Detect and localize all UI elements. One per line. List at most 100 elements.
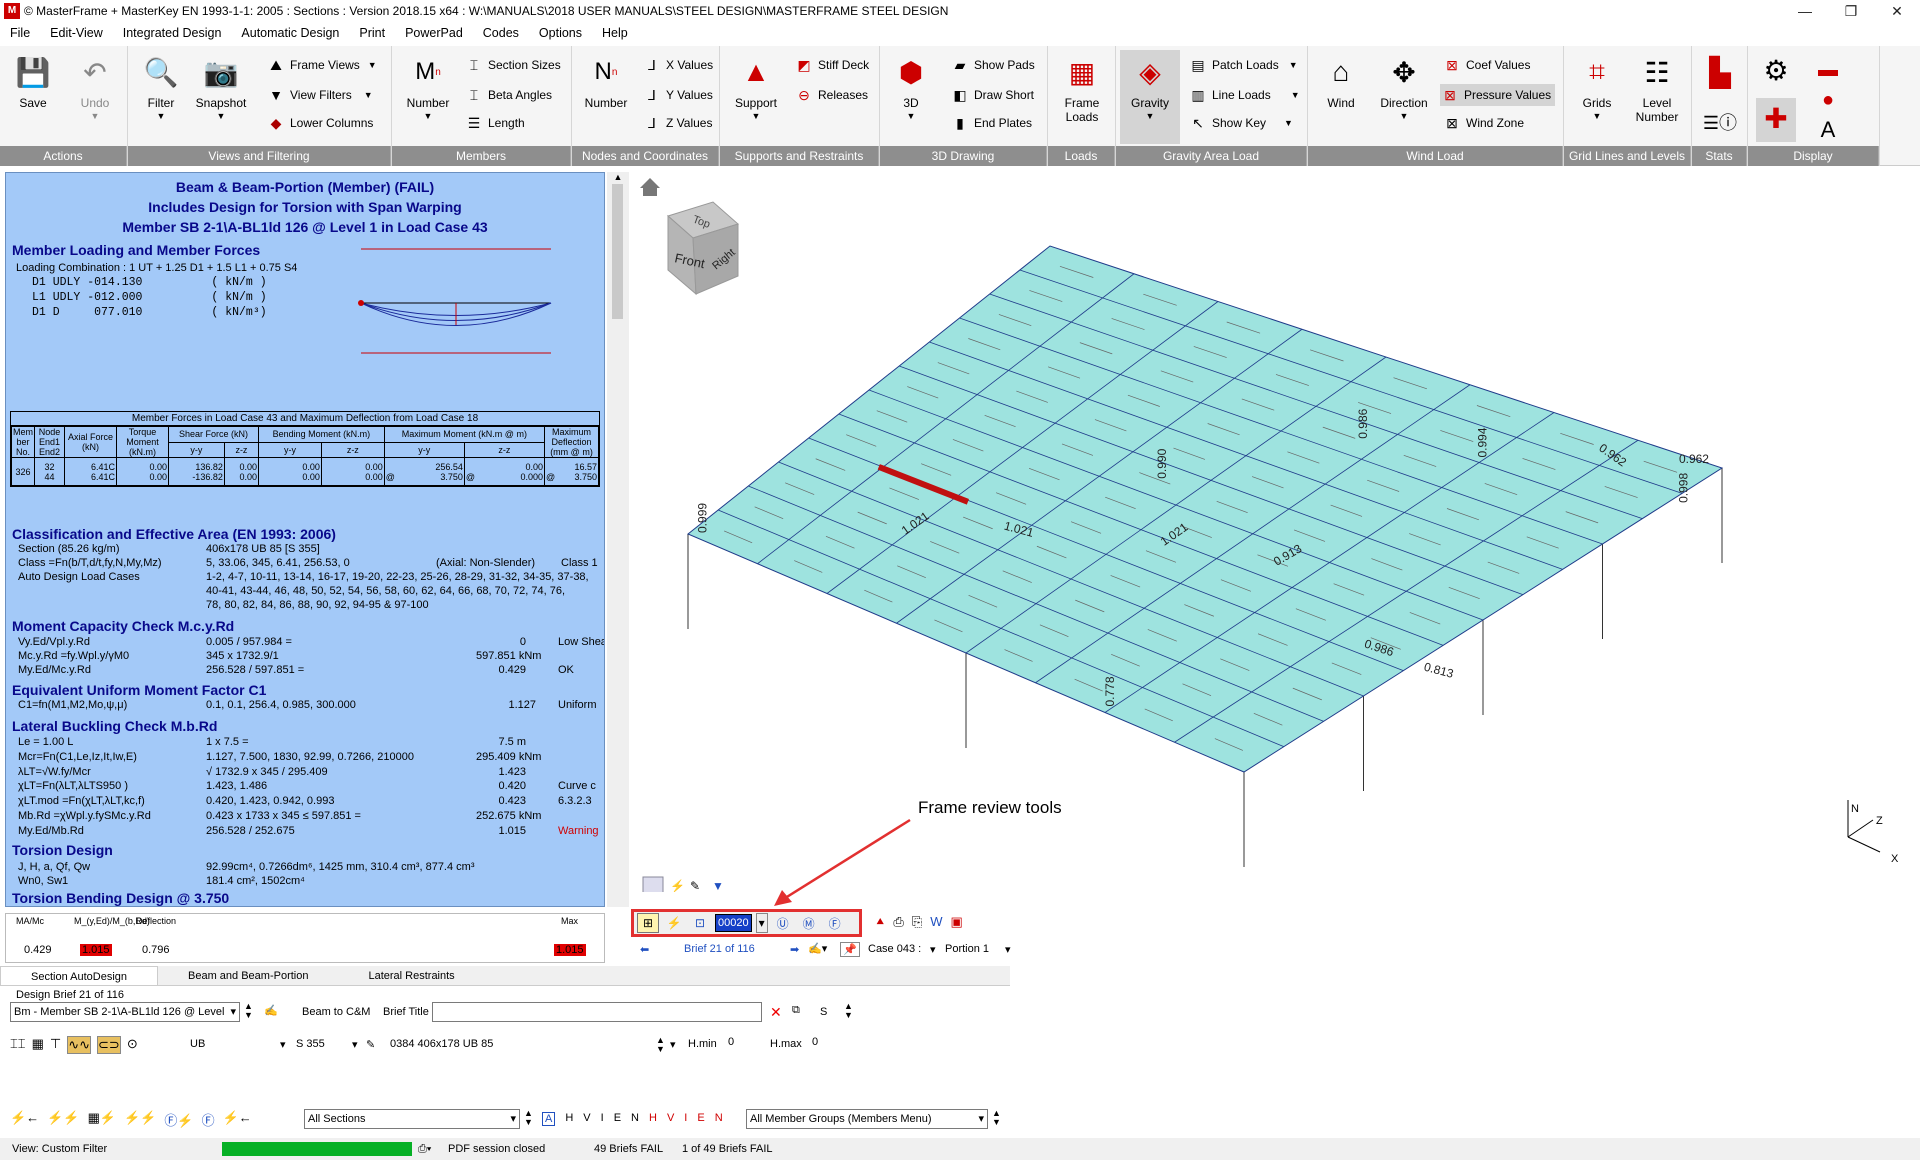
wind-button[interactable]: ⌂ Wind [1316,52,1366,110]
section-size-select[interactable]: 0384 406x178 UB 85 [390,1038,493,1050]
direction-button[interactable]: ✥ Direction ▼ [1372,52,1436,122]
coef-values-button[interactable]: ⊠ Coef Values [1442,54,1530,76]
section-size-dropdown[interactable]: ▾ [670,1038,676,1051]
review-u-icon[interactable]: Ⓤ [772,913,794,933]
hmax-value[interactable]: 0 [812,1036,818,1048]
3d-frame-view[interactable]: Top Front Right 0.778 1.021 1.021 0.990 0.99… [638,172,1920,894]
review-m-icon[interactable]: Ⓜ [798,913,820,933]
member-selector[interactable]: Bm - Member SB 2-1\A-BL1ld 126 @ Level ▾ [10,1002,240,1022]
portion-selector[interactable]: Portion 1 [945,943,989,955]
flag-v[interactable]: V [583,1112,590,1126]
menu-edit-view[interactable]: Edit-View [40,22,113,44]
stats-chart-button[interactable]: ▙ [1698,52,1742,96]
show-pads-button[interactable]: ▰ Show Pads [950,54,1035,76]
beta-angles-button[interactable]: ⌶ Beta Angles [464,84,552,106]
design-tool-4-icon[interactable]: ⚡⚡ [124,1110,156,1129]
edit-member-icon[interactable]: ✍ [264,1004,278,1017]
pipe-icon[interactable]: ⊙ [127,1036,138,1054]
portion-dropdown-arrow[interactable]: ▾ [1005,943,1011,956]
z-values-button[interactable]: ⅃ Z Values [642,112,712,134]
length-button[interactable]: ☰ Length [464,112,525,134]
pressure-values-button[interactable]: ⊠ Pressure Values [1440,84,1556,106]
view-tool-shuffle-icon[interactable]: ⚡ [670,879,685,893]
flag-e[interactable]: E [614,1112,621,1126]
groups-spinner[interactable]: ▲ ▼ [992,1109,1001,1127]
i-section-icon[interactable]: ⌶⌶ [10,1036,26,1054]
y-values-button[interactable]: ⅃ Y Values [642,84,713,106]
view-filters-button[interactable]: ▼ View Filters ▼ [266,84,373,106]
menu-powerpad[interactable]: PowerPad [395,22,473,44]
end-plates-button[interactable]: ▮ End Plates [950,112,1032,134]
design-tool-2-icon[interactable]: ⚡⚡ [47,1110,79,1129]
review-grid-icon[interactable]: ⊞ [637,913,659,933]
show-key-button[interactable]: ↖ Show Key ▼ [1188,112,1293,134]
menu-options[interactable]: Options [529,22,592,44]
tab-lateral-restraints[interactable]: Lateral Restraints [338,966,484,985]
design-tool-6-icon[interactable]: Ⓕ [202,1110,215,1129]
x-values-button[interactable]: ⅃ X Values [642,54,713,76]
pin-icon[interactable]: 📌 [840,942,860,957]
export-word-icon[interactable]: W [930,914,942,930]
releases-button[interactable]: ⊖ Releases [794,84,868,106]
steel-grade-select[interactable]: S 355 [296,1038,325,1050]
export-red-icon[interactable]: ▣ [951,914,963,930]
flag-a[interactable]: A [542,1112,556,1126]
tab-beam-portion[interactable]: Beam and Beam-Portion [158,966,338,985]
design-tool-1-icon[interactable]: ⚡← [10,1110,39,1129]
stiff-deck-button[interactable]: ◩ Stiff Deck [794,54,869,76]
frame-views-button[interactable]: ⛰ Frame Views ▼ [266,54,377,76]
member-groups-select[interactable]: All Member Groups (Members Menu) ▾ [746,1109,988,1129]
brief-title-input[interactable] [432,1002,762,1022]
view-tool-filter-icon[interactable]: ▼ [712,879,724,893]
line-loads-button[interactable]: ▥ Line Loads ▼ [1188,84,1299,106]
menu-help[interactable]: Help [592,22,638,44]
section-sizes-button[interactable]: ⌶ Section Sizes [464,54,561,76]
sections-spinner[interactable]: ▲ ▼ [524,1109,533,1127]
menu-automatic-design[interactable]: Automatic Design [231,22,349,44]
view-tool-button[interactable] [642,876,664,894]
node-display-button[interactable]: ✚ [1756,98,1796,142]
tube-icon[interactable]: ⊂⊃ [97,1036,121,1054]
wave-icon[interactable]: ∿∿ [67,1036,92,1054]
filter-button[interactable]: 🔍 Filter ▼ [138,52,184,122]
view-tool-pen-icon[interactable]: ✎ [690,879,700,893]
clear-title-icon[interactable]: ✕ [770,1004,782,1021]
hmin-value[interactable]: 0 [728,1036,734,1048]
flag-h[interactable]: H [649,1112,657,1126]
design-tool-3-icon[interactable]: ▦⚡ [88,1110,116,1129]
lower-columns-button[interactable]: ◆ Lower Columns [266,112,374,134]
settings-button[interactable]: ⚙ [1756,50,1796,94]
stats-info-button[interactable]: ☰ⓘ [1698,102,1742,146]
copy-icon[interactable]: ⧉ [792,1004,800,1017]
save-button[interactable]: 💾 Save [10,52,56,111]
case-dropdown-arrow[interactable]: ▾ [930,943,936,956]
flag-h[interactable]: H [565,1112,573,1126]
prev-brief-arrow[interactable]: ⬅ [640,943,649,956]
review-f-icon[interactable]: Ⓕ [824,913,846,933]
section-type-dropdown[interactable]: ▾ [280,1038,286,1051]
draw-short-button[interactable]: ◧ Draw Short [950,84,1034,106]
undo-button[interactable]: ↶ Undo ▼ [72,52,118,122]
flag-i[interactable]: I [601,1112,604,1126]
snapshot-button[interactable]: 📷 Snapshot ▼ [188,52,254,122]
section-spinner[interactable]: ▲ ▼ [656,1036,665,1054]
minimize-button[interactable]: — [1782,0,1828,22]
table-icon[interactable]: ▦ [32,1036,44,1054]
printer-icon[interactable]: ⎙ [893,914,903,930]
s-spinner[interactable]: ▲ ▼ [844,1002,853,1020]
flag-n[interactable]: N [715,1112,723,1126]
review-shuffle-icon[interactable]: ⚡ [663,913,685,933]
menu-codes[interactable]: Codes [473,22,529,44]
report-scrollbar[interactable]: ▲ [607,172,629,907]
wind-zone-button[interactable]: ⊠ Wind Zone [1442,112,1524,134]
menu-print[interactable]: Print [349,22,395,44]
gravity-button[interactable]: ◈ Gravity ▼ [1120,50,1180,144]
tab-section-autodesign[interactable]: Section AutoDesign [0,966,159,985]
grade-dropdown[interactable]: ▾ [352,1038,358,1051]
home-icon[interactable] [640,178,660,196]
maximize-button[interactable]: ❐ [1828,0,1874,22]
close-button[interactable]: ✕ [1874,0,1920,22]
flag-i[interactable]: I [684,1112,687,1126]
grids-button[interactable]: ⌗ Grids ▼ [1570,52,1624,122]
print-preview-icon[interactable]: ⎘ [912,914,922,930]
